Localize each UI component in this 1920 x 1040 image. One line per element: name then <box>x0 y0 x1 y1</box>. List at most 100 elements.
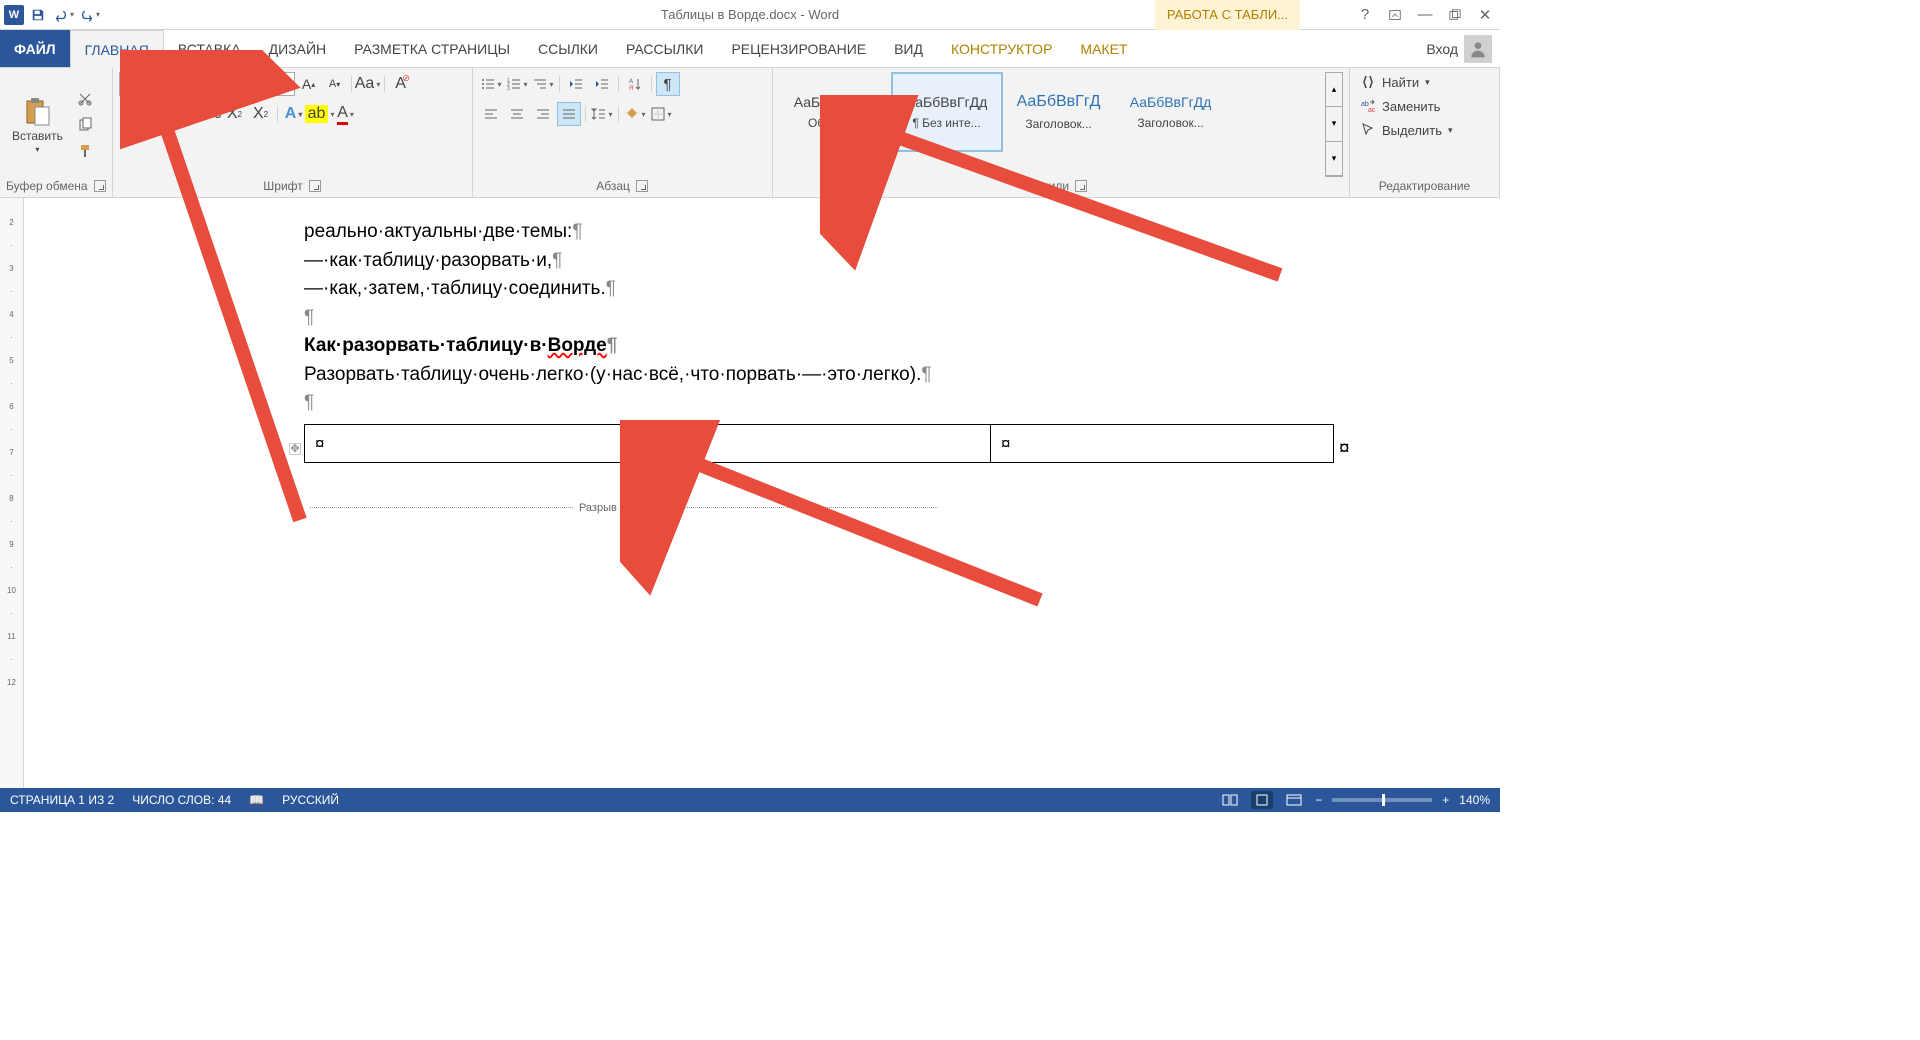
grow-font-button[interactable]: A▴ <box>297 72 321 96</box>
avatar-icon <box>1464 35 1492 63</box>
strikethrough-button[interactable]: abc <box>197 102 221 126</box>
italic-button[interactable]: К <box>145 102 169 126</box>
group-clipboard: Вставить ▾ Буфер обмена <box>0 68 113 197</box>
zoom-in-button[interactable]: + <box>1442 793 1449 807</box>
styles-gallery: АаБбВвГгДдОбычный АаБбВвГгДд¶ Без инте..… <box>779 72 1321 177</box>
view-web-button[interactable] <box>1283 791 1305 809</box>
help-button[interactable]: ? <box>1350 0 1380 30</box>
tab-page-layout[interactable]: РАЗМЕТКА СТРАНИЦЫ <box>340 30 524 67</box>
sign-in[interactable]: Вход <box>1426 30 1492 68</box>
tab-mailings[interactable]: РАССЫЛКИ <box>612 30 717 67</box>
style-no-spacing[interactable]: АаБбВвГгДд¶ Без инте... <box>891 72 1003 152</box>
shrink-font-button[interactable]: A▾ <box>323 72 347 96</box>
tab-home[interactable]: ГЛАВНАЯ <box>70 30 164 68</box>
group-editing-label: Редактирование <box>1379 179 1470 193</box>
multilevel-list-button[interactable] <box>531 72 555 96</box>
quick-access-toolbar: W <box>0 3 106 27</box>
styles-dialog-launcher[interactable] <box>1075 180 1087 192</box>
save-button[interactable] <box>26 3 50 27</box>
group-paragraph: 123 AЯ ¶ Абзац <box>473 68 773 197</box>
table-move-handle[interactable]: ✥ <box>289 443 301 455</box>
document-page[interactable]: реально·актуальны·две·темы:¶ —·как·табли… <box>104 198 1304 545</box>
select-button[interactable]: Выделить▾ <box>1356 120 1493 140</box>
align-right-button[interactable] <box>531 102 555 126</box>
highlight-button[interactable]: ab <box>308 102 332 126</box>
table-tools-context: РАБОТА С ТАБЛИ... <box>1155 0 1300 30</box>
svg-text:ac: ac <box>1368 107 1376 114</box>
tab-table-layout[interactable]: МАКЕТ <box>1066 30 1141 67</box>
close-button[interactable]: ✕ <box>1470 0 1500 30</box>
decrease-indent-button[interactable] <box>564 72 588 96</box>
vertical-ruler[interactable]: 2·3·4·5·6·7·8·9·10·11·12 <box>0 198 24 788</box>
group-styles-label: Стили <box>1034 179 1069 193</box>
status-page[interactable]: СТРАНИЦА 1 ИЗ 2 <box>10 793 114 807</box>
underline-button[interactable]: Ч <box>171 102 195 126</box>
styles-scroll[interactable]: ▴▾▾ <box>1325 72 1343 177</box>
change-case-button[interactable]: Aa <box>356 72 380 96</box>
show-marks-button[interactable]: ¶ <box>656 72 680 96</box>
paste-button[interactable]: Вставить ▾ <box>6 72 69 177</box>
word-icon: W <box>4 5 24 25</box>
tab-design[interactable]: ДИЗАЙН <box>255 30 341 67</box>
status-words[interactable]: ЧИСЛО СЛОВ: 44 <box>132 793 231 807</box>
tab-references[interactable]: ССЫЛКИ <box>524 30 612 67</box>
font-dialog-launcher[interactable] <box>309 180 321 192</box>
copy-button[interactable] <box>73 113 97 137</box>
sort-button[interactable]: AЯ <box>623 72 647 96</box>
numbering-button[interactable]: 123 <box>505 72 529 96</box>
text-effects-button[interactable]: A <box>282 102 306 126</box>
ribbon-options-button[interactable] <box>1380 0 1410 30</box>
group-font-label: Шрифт <box>263 179 302 193</box>
shading-button[interactable] <box>623 102 647 126</box>
font-color-button[interactable]: A <box>334 102 358 126</box>
redo-button[interactable] <box>78 3 102 27</box>
ribbon: Вставить ▾ Буфер обмена Calibri (Осно▾ 1… <box>0 68 1500 198</box>
view-print-button[interactable] <box>1251 791 1273 809</box>
title-bar: W Таблицы в Ворде.docx - Word РАБОТА С Т… <box>0 0 1500 30</box>
find-button[interactable]: Найти▾ <box>1356 72 1493 92</box>
format-painter-button[interactable] <box>73 139 97 163</box>
tab-insert[interactable]: ВСТАВКА <box>164 30 255 67</box>
status-language[interactable]: РУССКИЙ <box>282 793 339 807</box>
maximize-button[interactable] <box>1440 0 1470 30</box>
superscript-button[interactable]: X2 <box>249 102 273 126</box>
group-paragraph-label: Абзац <box>596 179 630 193</box>
clipboard-dialog-launcher[interactable] <box>94 180 106 192</box>
minimize-button[interactable]: — <box>1410 0 1440 30</box>
replace-button[interactable]: abacЗаменить <box>1356 96 1493 116</box>
group-clipboard-label: Буфер обмена <box>6 179 88 193</box>
font-name-combo[interactable]: Calibri (Осно▾ <box>119 72 239 96</box>
subscript-button[interactable]: X2 <box>223 102 247 126</box>
style-heading2[interactable]: АаБбВвГгДдЗаголовок... <box>1115 72 1227 152</box>
tab-review[interactable]: РЕЦЕНЗИРОВАНИЕ <box>717 30 880 67</box>
tab-constructor[interactable]: КОНСТРУКТОР <box>937 30 1066 67</box>
bullets-button[interactable] <box>479 72 503 96</box>
page-wrap[interactable]: реально·актуальны·две·темы:¶ —·как·табли… <box>24 198 1500 788</box>
bold-button[interactable]: Ж <box>119 102 143 126</box>
font-size-combo[interactable]: 14▾ <box>241 72 295 96</box>
justify-button[interactable] <box>557 102 581 126</box>
tab-file[interactable]: ФАЙЛ <box>0 30 70 67</box>
zoom-out-button[interactable]: − <box>1315 793 1322 807</box>
document-table[interactable]: ¤¤¤ <box>304 424 1334 464</box>
window-title: Таблицы в Ворде.docx - Word <box>661 7 839 22</box>
increase-indent-button[interactable] <box>590 72 614 96</box>
paragraph-dialog-launcher[interactable] <box>636 180 648 192</box>
cut-button[interactable] <box>73 87 97 111</box>
view-read-button[interactable] <box>1219 791 1241 809</box>
zoom-level[interactable]: 140% <box>1459 793 1490 807</box>
line-spacing-button[interactable] <box>590 102 614 126</box>
align-left-button[interactable] <box>479 102 503 126</box>
style-normal[interactable]: АаБбВвГгДдОбычный <box>779 72 891 152</box>
borders-button[interactable] <box>649 102 673 126</box>
window-controls: ? — ✕ <box>1350 0 1500 30</box>
svg-text:A: A <box>629 79 633 85</box>
zoom-slider[interactable] <box>1332 798 1432 802</box>
clear-formatting-button[interactable]: A⊘ <box>389 72 413 96</box>
align-center-button[interactable] <box>505 102 529 126</box>
style-heading1[interactable]: АаБбВвГгДЗаголовок... <box>1003 72 1115 152</box>
tab-view[interactable]: ВИД <box>880 30 937 67</box>
undo-button[interactable] <box>52 3 76 27</box>
paste-label: Вставить <box>12 129 63 143</box>
status-proofing-icon[interactable]: 📖 <box>249 793 264 807</box>
